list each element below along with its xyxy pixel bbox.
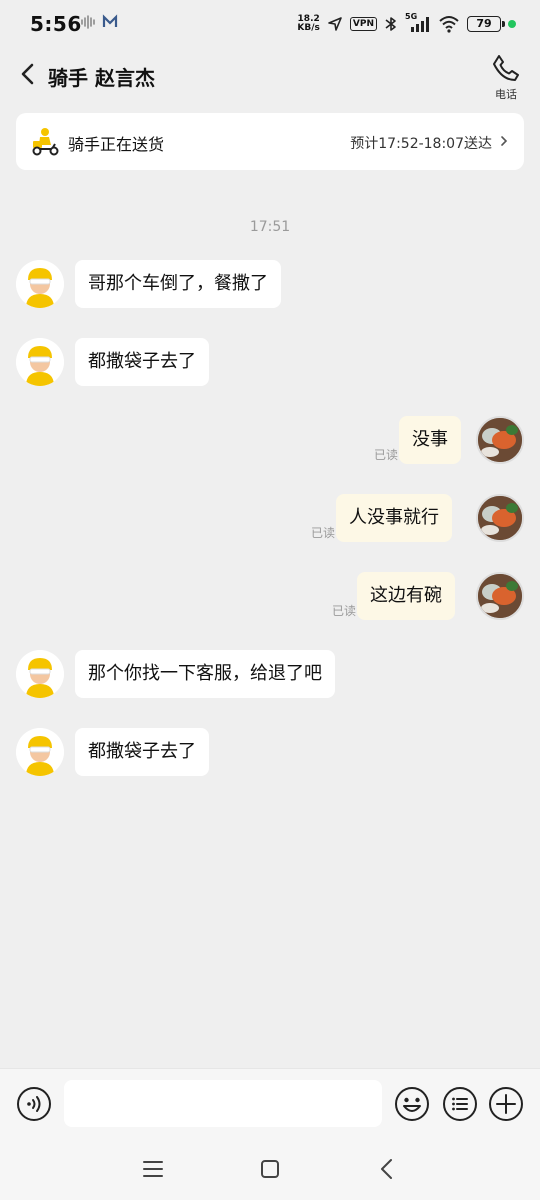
user-avatar[interactable]: [476, 572, 524, 620]
user-avatar[interactable]: [476, 494, 524, 542]
rider-avatar-icon: [16, 338, 64, 386]
user-avatar-image: [478, 574, 522, 618]
page-title: 骑手 赵言杰: [48, 66, 155, 90]
vpn-badge: VPN: [349, 17, 377, 31]
message-input[interactable]: [64, 1080, 382, 1127]
message-bubble-outgoing[interactable]: 人没事就行: [336, 494, 452, 542]
home-icon[interactable]: [257, 1156, 283, 1182]
plus-icon[interactable]: [488, 1086, 524, 1122]
delivery-status-card[interactable]: 骑手正在送货 预计17:52-18:07送达: [16, 113, 524, 170]
battery-indicator: 79: [467, 16, 505, 32]
status-time: 5:56: [30, 12, 82, 36]
message-input-bar: [0, 1068, 540, 1138]
back-chevron-icon[interactable]: [14, 60, 42, 88]
status-bar: 5:56 18.2 KB/s VPN 5G 79: [0, 0, 540, 48]
rider-avatar[interactable]: [16, 338, 64, 386]
delivery-status-text: 骑手正在送货: [68, 135, 165, 154]
user-avatar-image: [478, 418, 522, 462]
emoji-icon[interactable]: [394, 1086, 430, 1122]
user-avatar[interactable]: [476, 416, 524, 464]
network-speed-unit: KB/s: [297, 23, 320, 33]
mail-notification-icon: [102, 14, 118, 27]
rider-avatar[interactable]: [16, 260, 64, 308]
message-bubble-outgoing[interactable]: 没事: [399, 416, 461, 464]
signal-strength: 5G: [405, 12, 431, 33]
phone-icon: [493, 55, 519, 81]
menu-icon[interactable]: [140, 1156, 166, 1182]
message-bubble-incoming[interactable]: 都撒袋子去了: [75, 728, 209, 776]
call-button[interactable]: 电话: [490, 52, 522, 102]
rider-avatar-icon: [16, 728, 64, 776]
message-bubble-incoming[interactable]: 那个你找一下客服，给退了吧: [75, 650, 335, 698]
status-indicators: 18.2 KB/s VPN 5G 79: [297, 12, 516, 36]
back-icon[interactable]: [374, 1156, 400, 1182]
chat-timestamp: 17:51: [249, 219, 291, 235]
rider-avatar[interactable]: [16, 728, 64, 776]
rider-avatar-icon: [16, 260, 64, 308]
read-receipt: 已读: [311, 526, 336, 540]
message-bubble-incoming[interactable]: 哥那个车倒了，餐撒了: [75, 260, 281, 308]
network-speed: 18.2 KB/s: [297, 15, 319, 33]
list-icon[interactable]: [442, 1086, 478, 1122]
chat-area[interactable]: 17:51 哥那个车倒了，餐撒了 都撒袋子去了 已读 没事 已读 人没事就行 已…: [0, 186, 540, 1066]
wifi-icon: [439, 16, 459, 33]
message-bubble-outgoing[interactable]: 这边有碗: [357, 572, 455, 620]
read-receipt: 已读: [374, 448, 399, 462]
bluetooth-icon: [385, 17, 396, 31]
read-receipt: 已读: [332, 604, 357, 618]
chat-header: 骑手 赵言杰 电话: [0, 48, 540, 104]
system-nav-bar: [0, 1138, 540, 1200]
location-arrow-icon: [328, 17, 342, 31]
chevron-right-icon: [501, 136, 508, 146]
status-dot: [508, 20, 516, 28]
rider-avatar[interactable]: [16, 650, 64, 698]
scooter-rider-icon: [32, 128, 59, 156]
voice-icon[interactable]: [16, 1086, 52, 1122]
user-avatar-image: [478, 496, 522, 540]
rider-avatar-icon: [16, 650, 64, 698]
network-type: 5G: [405, 12, 418, 21]
call-label: 电话: [495, 88, 517, 101]
message-bubble-incoming[interactable]: 都撒袋子去了: [75, 338, 209, 386]
podcast-notification-icon: [81, 15, 95, 29]
delivery-eta: 预计17:52-18:07送达: [350, 136, 492, 152]
